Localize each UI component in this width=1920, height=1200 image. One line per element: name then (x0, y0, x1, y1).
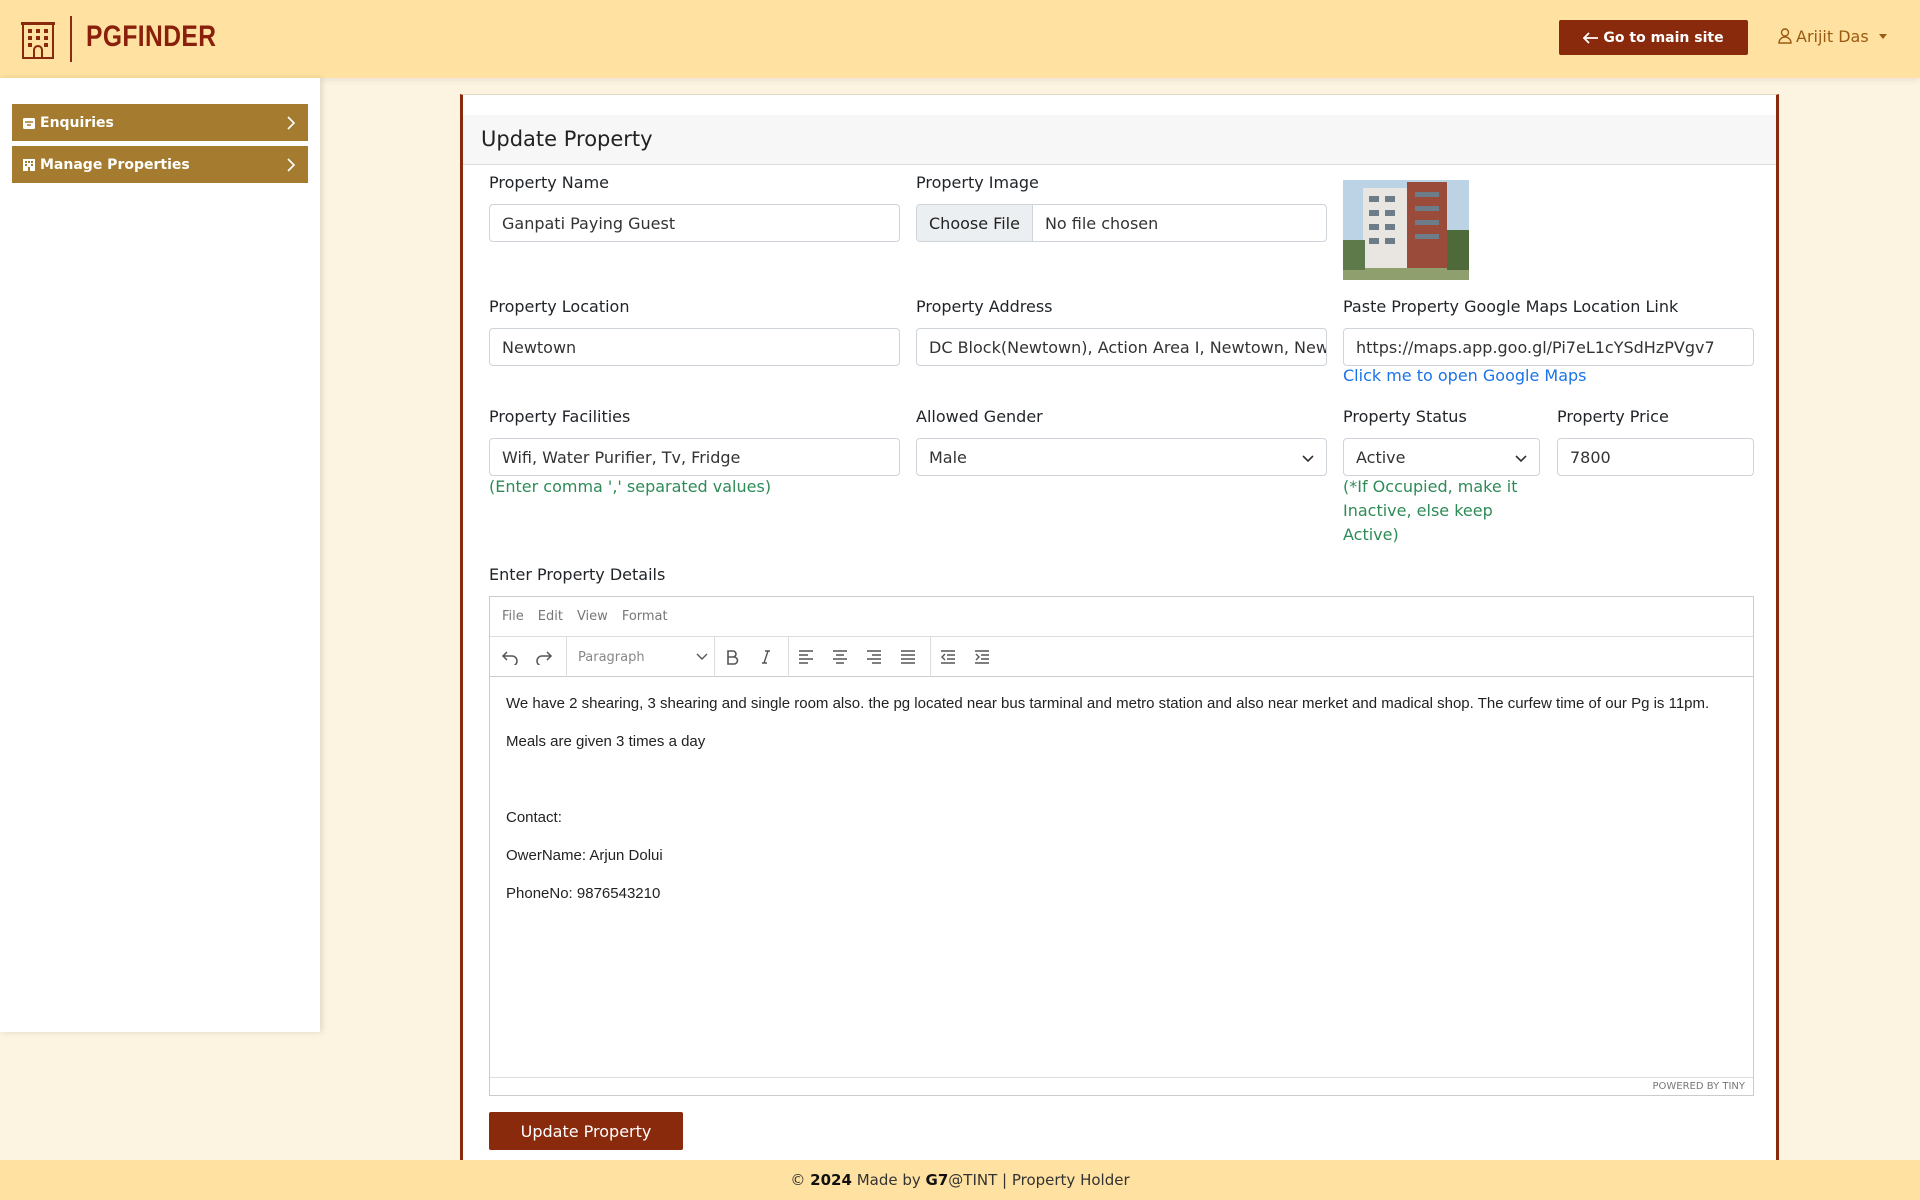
property-price-input[interactable]: 7800 (1557, 438, 1754, 476)
footer-made-by: Made by (856, 1171, 921, 1189)
building-icon (23, 158, 35, 171)
footer: © 2024 Made by G7@TINT | Property Holder (0, 1160, 1920, 1200)
editor-paragraph: Contact: (506, 809, 562, 826)
editor-paragraph: Meals are given 3 times a day (506, 733, 706, 750)
property-status-hint: (*If Occupied, make it Inactive, else ke… (1343, 477, 1518, 544)
facilities-label: Property Facilities (489, 407, 631, 426)
user-dropdown[interactable]: Arijit Das (1778, 25, 1887, 47)
footer-year: 2024 (810, 1171, 852, 1189)
align-justify-icon[interactable] (898, 647, 918, 667)
allowed-gender-select[interactable]: Male (916, 438, 1327, 476)
property-address-input[interactable]: DC Block(Newtown), Action Area I, Newtow… (916, 328, 1327, 366)
property-name-label: Property Name (489, 173, 609, 192)
block-format-select[interactable]: Paragraph (578, 647, 708, 667)
maps-link-input[interactable]: https://maps.app.goo.gl/Pi7eL1cYSdHzPVgv… (1343, 328, 1754, 366)
property-location-input[interactable]: Newtown (489, 328, 900, 366)
footer-org: @TINT | Property Holder (948, 1171, 1130, 1189)
redo-icon[interactable] (534, 647, 554, 667)
outdent-icon[interactable] (938, 647, 958, 667)
rich-text-editor: File Edit View Format Paragraph We have … (489, 596, 1754, 1096)
bold-icon[interactable] (722, 647, 742, 667)
property-status-select[interactable]: Active (1343, 438, 1540, 476)
allowed-gender-label: Allowed Gender (916, 407, 1043, 426)
copyright-symbol: © (790, 1171, 806, 1189)
menu-view[interactable]: View (577, 609, 608, 624)
align-right-icon[interactable] (864, 647, 884, 667)
editor-content[interactable]: We have 2 shearing, 3 shearing and singl… (506, 693, 1737, 921)
editor-toolbar: Paragraph (490, 637, 1753, 677)
editor-menubar: File Edit View Format (490, 597, 1753, 637)
align-center-icon[interactable] (830, 647, 850, 667)
italic-icon[interactable] (756, 647, 776, 667)
property-address-label: Property Address (916, 297, 1053, 316)
menu-format[interactable]: Format (622, 609, 668, 624)
user-name: Arijit Das (1796, 26, 1869, 46)
editor-paragraph: PhoneNo: 9876543210 (506, 885, 661, 902)
maps-link-label: Paste Property Google Maps Location Link (1343, 297, 1679, 316)
choose-file-button[interactable]: Choose File (917, 205, 1033, 241)
file-status: No file chosen (1044, 213, 1159, 233)
undo-icon[interactable] (500, 647, 520, 667)
chevron-down-icon (696, 653, 708, 660)
property-image-label: Property Image (916, 173, 1039, 192)
inbox-icon (23, 117, 35, 129)
sidebar-item-label: Enquiries (40, 114, 114, 131)
top-navbar: PGFINDER Go to main site Arijit Das (0, 0, 1920, 78)
facilities-hint: (Enter comma ',' separated values) (489, 477, 772, 496)
indent-icon[interactable] (972, 647, 992, 667)
block-format-value: Paragraph (578, 649, 645, 665)
page-title: Update Property (481, 127, 653, 151)
arrow-left-icon (1583, 31, 1599, 44)
toolbar-divider (930, 637, 931, 677)
property-image-preview (1343, 180, 1469, 280)
building-logo-icon (21, 22, 55, 59)
update-property-button[interactable]: Update Property (489, 1112, 683, 1150)
caret-down-icon (1878, 33, 1887, 39)
footer-team: G7 (925, 1171, 949, 1189)
facilities-input[interactable]: Wifi, Water Purifier, Tv, Fridge (489, 438, 900, 476)
toolbar-divider (566, 637, 567, 677)
card-header: Update Property (463, 115, 1776, 165)
editor-paragraph: OwerName: Arjun Dolui (506, 847, 663, 864)
editor-paragraph (506, 769, 1737, 791)
sidebar-item-label: Manage Properties (40, 156, 190, 173)
menu-file[interactable]: File (502, 609, 524, 624)
person-icon (1778, 28, 1792, 44)
chevron-right-icon (287, 158, 296, 172)
align-left-icon[interactable] (796, 647, 816, 667)
sidebar: Enquiries Manage Properties (0, 78, 320, 1032)
property-image-file-input[interactable]: Choose File No file chosen (916, 204, 1327, 242)
go-to-main-site-label: Go to main site (1603, 29, 1724, 46)
logo-divider (70, 16, 72, 62)
chevron-down-icon (1515, 455, 1527, 463)
editor-statusbar: POWERED BY TINY (490, 1077, 1753, 1095)
chevron-down-icon (1302, 455, 1314, 463)
property-price-label: Property Price (1557, 407, 1669, 426)
sidebar-item-manage-properties[interactable]: Manage Properties (12, 146, 308, 183)
go-to-main-site-button[interactable]: Go to main site (1559, 20, 1748, 55)
sidebar-item-enquiries[interactable]: Enquiries (12, 104, 308, 141)
menu-edit[interactable]: Edit (538, 609, 563, 624)
toolbar-divider (788, 637, 789, 677)
open-google-maps-link[interactable]: Click me to open Google Maps (1343, 366, 1587, 385)
chevron-right-icon (287, 116, 296, 130)
property-location-label: Property Location (489, 297, 630, 316)
toolbar-divider (714, 637, 715, 677)
allowed-gender-value: Male (929, 447, 967, 467)
brand-name[interactable]: PGFINDER (86, 20, 216, 54)
powered-by-tiny[interactable]: POWERED BY TINY (1653, 1081, 1746, 1092)
property-status-value: Active (1356, 447, 1406, 467)
property-name-input[interactable]: Ganpati Paying Guest (489, 204, 900, 242)
property-status-label: Property Status (1343, 407, 1467, 426)
property-details-label: Enter Property Details (489, 565, 666, 584)
editor-paragraph: We have 2 shearing, 3 shearing and singl… (506, 695, 1710, 712)
